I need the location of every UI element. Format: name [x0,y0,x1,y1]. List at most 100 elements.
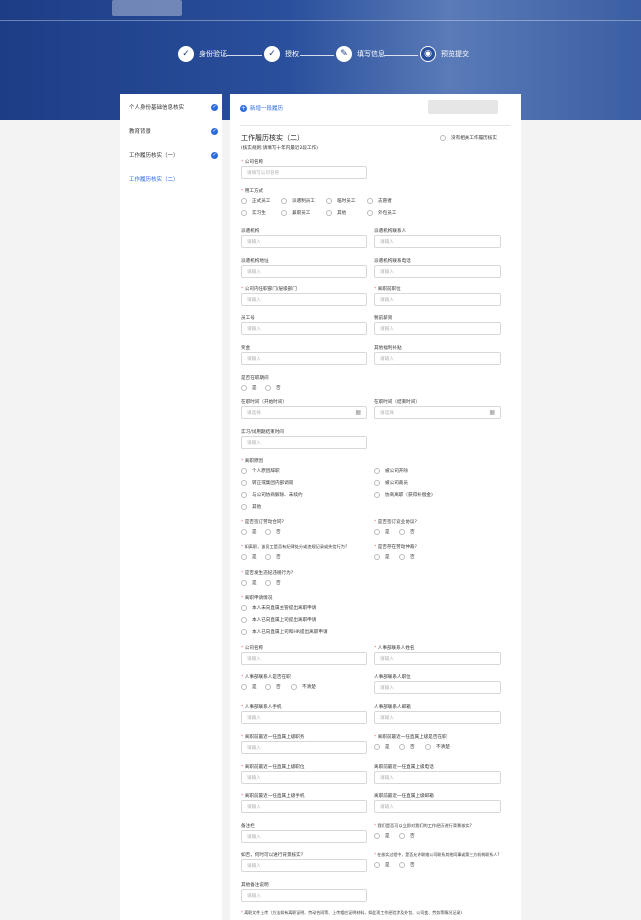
radio-circle [374,468,380,474]
leave-reason-option[interactable]: 协商离职（获得补偿金) [374,492,433,498]
add-history-button[interactable]: + 新增一段履历 [240,104,283,112]
bonus-input[interactable]: 请输入 [241,352,367,365]
emp-type-option[interactable]: 临时员工 [326,198,355,204]
radio-circle [440,135,446,141]
radio-yes[interactable]: 是 [241,554,257,560]
emp-type-option[interactable]: 正式员工 [241,198,270,204]
probation-input[interactable]: 请输入 [241,436,367,449]
sidebar-item-label: 教育背景 [129,129,152,135]
leave-reason-option[interactable]: 个人原因辞职 [241,468,280,474]
option-text: 是 [385,530,390,535]
leave-reason-option[interactable]: 被公司开除 [374,468,408,474]
edit-icon: ✎ [336,46,352,62]
leave-process-option[interactable]: 本人已向直属上司提出离职申请 [241,617,316,623]
hr-email-input[interactable]: 请输入 [374,711,501,724]
shield-icon: ✓ [264,46,280,62]
radio-no[interactable]: 否 [399,862,415,868]
radio-circle [399,529,405,535]
emp-no-input[interactable]: 请输入 [241,322,367,335]
consent-question: 我们是否可以立即对我们的工作经历进行背景核实? [374,823,471,829]
hr-mobile-input[interactable]: 请输入 [241,711,367,724]
position-input[interactable]: 请输入 [374,293,501,306]
radio-unclear[interactable]: 不清楚 [291,684,316,690]
radio-circle [399,862,405,868]
leave-reason-option[interactable]: 与公司协商解除、未续约 [241,492,303,498]
start-time-label: 在职时间（开始时间） [241,400,287,405]
sup-position-input[interactable]: 请输入 [241,741,367,754]
company-name-input[interactable]: 请填写公司名称 [241,166,367,179]
radio-yes[interactable]: 是 [374,833,390,839]
end-time-picker[interactable]: 请选择 ▦ [374,406,501,419]
when-label: 如否，何时可以进行背景核实? [241,853,304,858]
sidebar-item-work-2[interactable]: 工作履历核实（二） [120,168,222,190]
dispatch-addr-label: 派遣机构地址 [241,259,269,264]
sidebar-item-identity[interactable]: 个人身份基础信息核实 ✓ [120,96,222,118]
emp-type-option[interactable]: 兼职员工 [281,210,310,216]
radio-unclear[interactable]: 不清楚 [425,744,450,750]
leave-reason-option[interactable]: 被公司裁员 [374,480,408,486]
hr-company-input[interactable]: 请输入 [241,652,367,665]
benefits-input[interactable]: 请输入 [374,352,501,365]
radio-no[interactable]: 否 [399,554,415,560]
sup-mobile-input[interactable]: 请输入 [241,800,367,813]
dispatch-contact-input[interactable]: 请输入 [374,235,501,248]
radio-no[interactable]: 否 [265,385,281,391]
radio-yes[interactable]: 是 [374,554,390,560]
other-note-input[interactable]: 请输入 [241,889,367,902]
radio-yes[interactable]: 是 [374,744,390,750]
emp-type-option[interactable]: 派遣制员工 [281,198,315,204]
dispatch-addr-input[interactable]: 请输入 [241,265,367,278]
no-work-checkbox[interactable]: 没有相关工作履历核实 [440,135,497,141]
header-divider [0,20,641,21]
leave-reason-option[interactable]: 转正或集团内部调岗 [241,480,293,486]
emp-type-option[interactable]: 其他 [326,210,346,216]
leave-reason-option[interactable]: 其他 [241,504,261,510]
radio-yes[interactable]: 是 [241,580,257,586]
emp-type-option[interactable]: 实习生 [241,210,266,216]
emp-type-option[interactable]: 志愿者 [367,198,392,204]
emp-type-option[interactable]: 外包员工 [367,210,396,216]
radio-yes[interactable]: 是 [374,862,390,868]
noncompete-question: 是否签订竞业协议? [374,519,417,525]
radio-no[interactable]: 否 [399,833,415,839]
radio-yes[interactable]: 是 [241,529,257,535]
salary-input[interactable]: 请输入 [374,322,501,335]
start-time-picker[interactable]: 请选择 ▦ [241,406,367,419]
radio-no[interactable]: 否 [399,529,415,535]
sidebar-item-education[interactable]: 教育背景 ✓ [120,120,222,142]
leave-process-option[interactable]: 本人已向直属上司和HR提出离职申请 [241,629,328,635]
sup-name-input[interactable]: 请输入 [241,771,367,784]
dispatch-org-input[interactable]: 请输入 [241,235,367,248]
dept-input[interactable]: 请输入 [241,293,367,306]
radio-no[interactable]: 否 [399,744,415,750]
sup-mobile-label: 离职前最近一任直属上级手机 [241,793,305,799]
dispatch-phone-input[interactable]: 请输入 [374,265,501,278]
radio-circle [281,198,287,204]
radio-no[interactable]: 否 [265,684,281,690]
sup-phone-input[interactable]: 请输入 [374,771,501,784]
hr-company-label: 公司名称 [241,645,263,651]
radio-circle [399,744,405,750]
sidebar-item-work-1[interactable]: 工作履历核实（一） ✓ [120,144,222,166]
sup-position-label: 离职前最近一任直属上级职务 [241,734,305,740]
sup-email-input[interactable]: 请输入 [374,800,501,813]
hr-position-input[interactable]: 请输入 [374,681,501,694]
leave-process-option[interactable]: 本人未向直属主管提出离职申请 [241,605,316,611]
radio-yes[interactable]: 是 [241,385,257,391]
radio-circle [241,684,247,690]
step-fill-info: ✎ 填写信息 [336,46,385,62]
radio-no[interactable]: 否 [265,554,281,560]
radio-circle [241,580,247,586]
remark-input[interactable]: 请输入 [241,830,367,843]
radio-no[interactable]: 否 [265,580,281,586]
option-text: 请输入 [380,297,394,303]
step-connector [300,55,334,56]
radio-yes[interactable]: 是 [241,684,257,690]
option-text: 请输入 [247,297,261,303]
when-input[interactable]: 请输入 [241,859,367,872]
hr-name-input[interactable]: 请输入 [374,652,501,665]
radio-no[interactable]: 否 [265,529,281,535]
step-authorize: ✓ 授权 [264,46,299,62]
radio-yes[interactable]: 是 [374,529,390,535]
calendar-icon: ▦ [355,409,361,416]
